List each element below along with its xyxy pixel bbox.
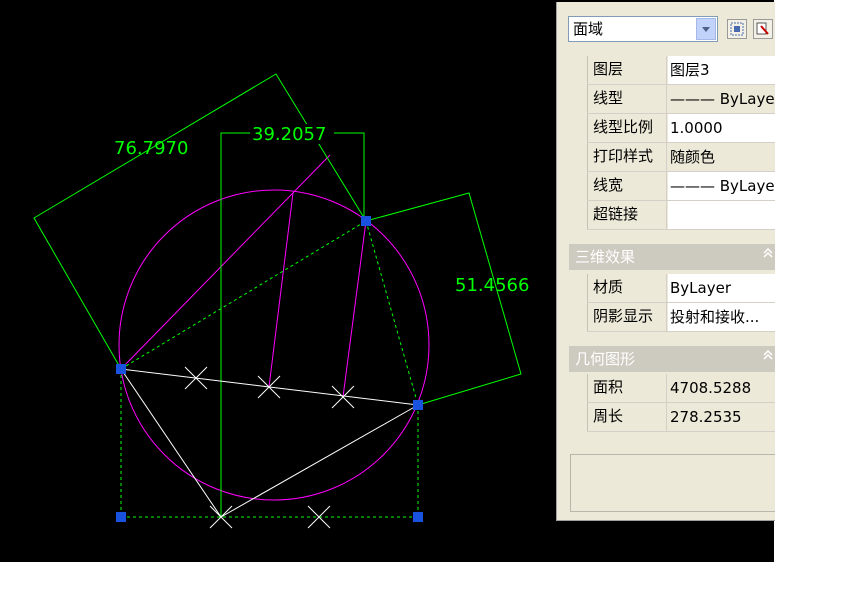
property-value[interactable] [668, 201, 775, 229]
property-row-hyperlink[interactable]: 超链接 [587, 201, 775, 230]
property-row-lineweight[interactable]: 线宽 ——— ByLayer [587, 172, 775, 201]
chevron-down-icon[interactable] [696, 18, 716, 40]
properties-palette: 面域 图层 图层3 线型 ——— ByLayer 线型比例 1.0000 打印样… [555, 0, 775, 562]
property-value[interactable]: 随颜色 [668, 143, 775, 171]
property-value[interactable]: 4708.5288 [668, 374, 775, 402]
property-value[interactable]: 投射和接收... [668, 303, 775, 331]
grip[interactable] [116, 512, 126, 522]
properties-panel: 面域 图层 图层3 线型 ——— ByLayer 线型比例 1.0000 打印样… [556, 2, 775, 521]
quick-select-button[interactable] [753, 19, 773, 39]
general-properties-grid: 图层 图层3 线型 ——— ByLayer 线型比例 1.0000 打印样式 随… [587, 56, 775, 230]
description-box [570, 454, 775, 512]
property-row-material[interactable]: 材质 ByLayer [587, 274, 775, 303]
property-value[interactable]: ——— ByLayer [668, 85, 775, 113]
select-objects-button[interactable] [727, 19, 747, 39]
section-header-geometry[interactable]: 几何图形 [569, 346, 775, 372]
property-value[interactable]: ByLayer [668, 274, 775, 302]
property-value[interactable]: 1.0000 [668, 114, 775, 142]
select-objects-icon [730, 22, 744, 36]
section-title: 三维效果 [575, 248, 636, 266]
property-row-area[interactable]: 面积 4708.5288 [587, 374, 775, 403]
property-row-plot-style[interactable]: 打印样式 随颜色 [587, 143, 775, 172]
property-key: 面积 [587, 374, 667, 402]
property-value[interactable]: 图层3 [668, 56, 775, 84]
section-title: 几何图形 [575, 350, 636, 368]
property-key: 周长 [587, 403, 667, 431]
property-value[interactable]: 278.2535 [668, 403, 775, 431]
dimension-line-39 [220, 132, 365, 517]
x-marker [257, 375, 281, 399]
magenta-line [120, 154, 331, 370]
property-row-linetype-scale[interactable]: 线型比例 1.0000 [587, 114, 775, 143]
grip[interactable] [413, 512, 423, 522]
property-value[interactable]: ——— ByLayer [668, 172, 775, 200]
magenta-line [268, 192, 294, 388]
chevron-up-icon[interactable] [763, 248, 773, 258]
dimension-text-76: 76.7970 [114, 138, 188, 159]
grip[interactable] [413, 400, 423, 410]
chevron-up-icon[interactable] [763, 350, 773, 360]
property-key: 线型比例 [587, 114, 667, 142]
property-key: 线型 [587, 85, 667, 113]
dimension-text-39: 39.2057 [252, 124, 326, 145]
property-key: 图层 [587, 56, 667, 84]
x-marker [184, 366, 208, 390]
property-row-linetype[interactable]: 线型 ——— ByLayer [587, 85, 775, 114]
object-type-value: 面域 [573, 20, 604, 38]
grip[interactable] [116, 364, 126, 374]
property-key: 打印样式 [587, 143, 667, 171]
dimension-text-51: 51.4566 [455, 275, 529, 296]
object-type-select[interactable]: 面域 [568, 16, 718, 42]
property-row-shadow[interactable]: 阴影显示 投射和接收... [587, 303, 775, 332]
dimension-line-76 [33, 73, 367, 370]
background-strip [0, 562, 861, 590]
drawing-canvas[interactable]: 39.2057 76.7970 51.4566 [0, 0, 555, 562]
property-key: 材质 [587, 274, 667, 302]
dimension-line-51 [365, 192, 522, 406]
property-key: 阴影显示 [587, 303, 667, 331]
section-header-3d-effects[interactable]: 三维效果 [569, 244, 775, 270]
quick-select-icon [756, 22, 769, 35]
property-key: 超链接 [587, 201, 667, 229]
property-row-perimeter[interactable]: 周长 278.2535 [587, 403, 775, 432]
3d-effects-grid: 材质 ByLayer 阴影显示 投射和接收... [587, 274, 775, 332]
property-key: 线宽 [587, 172, 667, 200]
property-row-layer[interactable]: 图层 图层3 [587, 56, 775, 85]
grip[interactable] [361, 216, 371, 226]
magenta-line [342, 220, 367, 398]
geometry-grid: 面积 4708.5288 周长 278.2535 [587, 374, 775, 432]
